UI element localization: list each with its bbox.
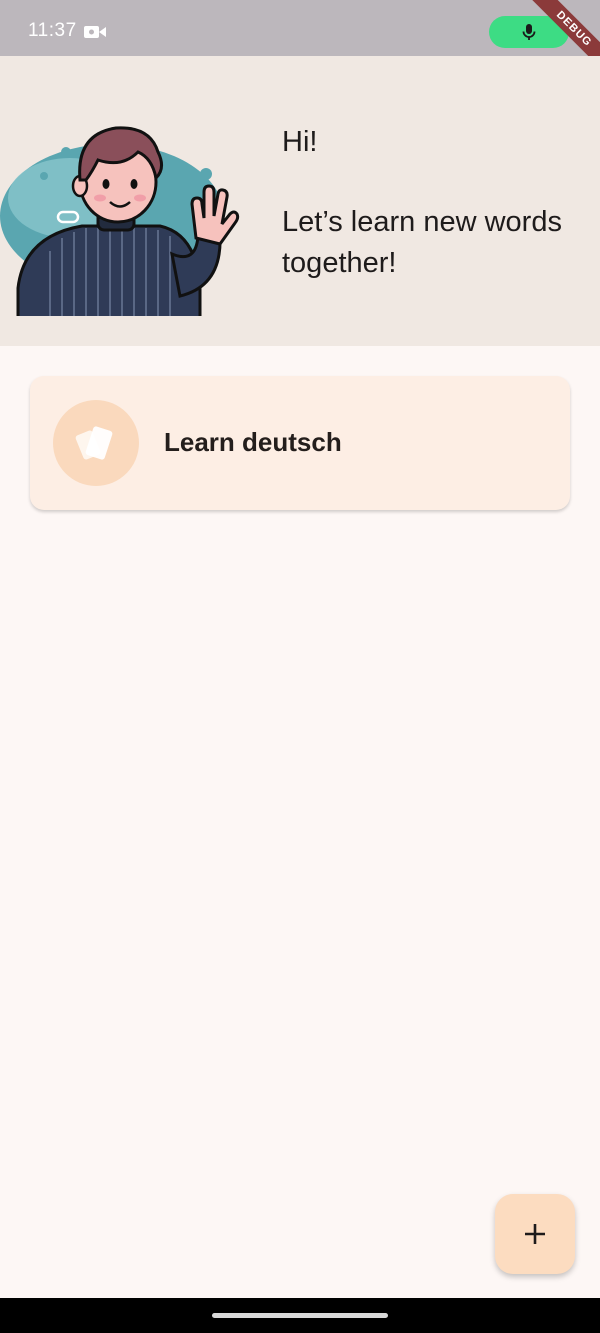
app-screen: 11:37 DEBUG Hi! Let’s learn new words to… — [0, 0, 600, 1333]
waving-boy-illustration — [0, 126, 240, 316]
microphone-icon — [522, 24, 536, 40]
deck-card-learn-deutsch[interactable]: Learn deutsch — [30, 376, 570, 510]
welcome-header: Hi! Let’s learn new words together! — [0, 56, 600, 346]
status-bar: 11:37 DEBUG — [0, 0, 600, 78]
home-gesture-handle[interactable] — [212, 1313, 388, 1318]
add-deck-button[interactable] — [495, 1194, 575, 1274]
greeting-text: Hi! — [282, 126, 318, 158]
header-subtitle: Let’s learn new words together! — [282, 206, 562, 279]
plus-icon — [525, 1224, 545, 1244]
system-navigation-bar — [0, 1298, 600, 1333]
deck-title: Learn deutsch — [164, 427, 342, 457]
cards-icon — [75, 426, 113, 460]
video-camera-icon — [84, 26, 106, 38]
status-time: 11:37 — [28, 20, 77, 41]
deck-icon-circle — [53, 400, 139, 486]
